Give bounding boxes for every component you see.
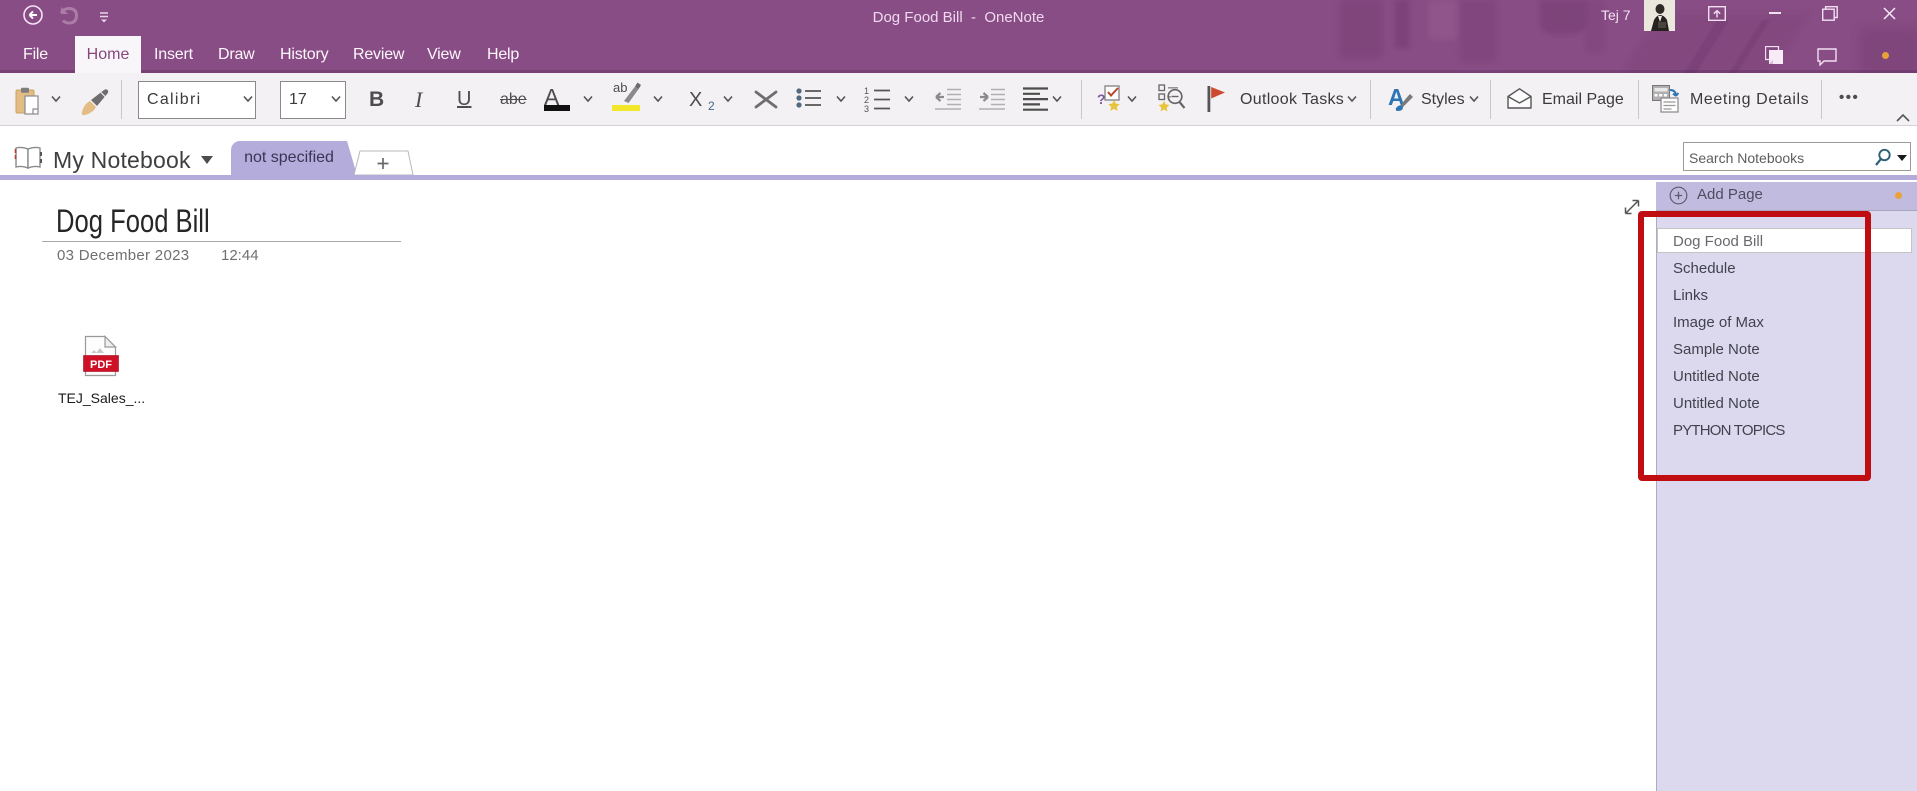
svg-text:3: 3: [864, 104, 869, 112]
svg-text:PDF: PDF: [90, 359, 112, 371]
svg-text:?: ?: [1097, 91, 1106, 107]
